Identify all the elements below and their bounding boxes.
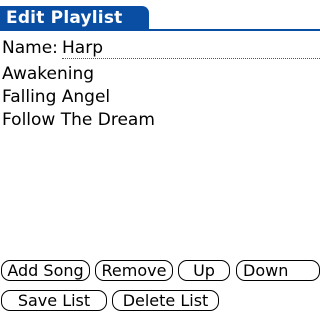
name-field[interactable]: Harp bbox=[62, 36, 320, 59]
name-row: Name: Harp bbox=[2, 35, 320, 61]
song-item[interactable]: Awakening bbox=[2, 63, 320, 86]
delete-list-button[interactable]: Delete List bbox=[112, 290, 219, 311]
down-button[interactable]: Down bbox=[236, 260, 320, 281]
up-button[interactable]: Up bbox=[178, 260, 230, 281]
remove-button[interactable]: Remove bbox=[95, 260, 173, 281]
song-item[interactable]: Follow The Dream bbox=[2, 109, 320, 132]
add-song-button[interactable]: Add Song bbox=[1, 260, 90, 281]
song-list: Awakening Falling Angel Follow The Dream bbox=[2, 63, 320, 253]
save-list-button[interactable]: Save List bbox=[1, 290, 107, 311]
name-label: Name: bbox=[2, 38, 58, 58]
title-tab: Edit Playlist bbox=[0, 6, 149, 31]
page-title: Edit Playlist bbox=[6, 8, 123, 28]
title-rule bbox=[0, 29, 320, 31]
name-value: Harp bbox=[62, 38, 103, 58]
title-bar: Edit Playlist bbox=[0, 0, 320, 36]
song-item[interactable]: Falling Angel bbox=[2, 86, 320, 109]
